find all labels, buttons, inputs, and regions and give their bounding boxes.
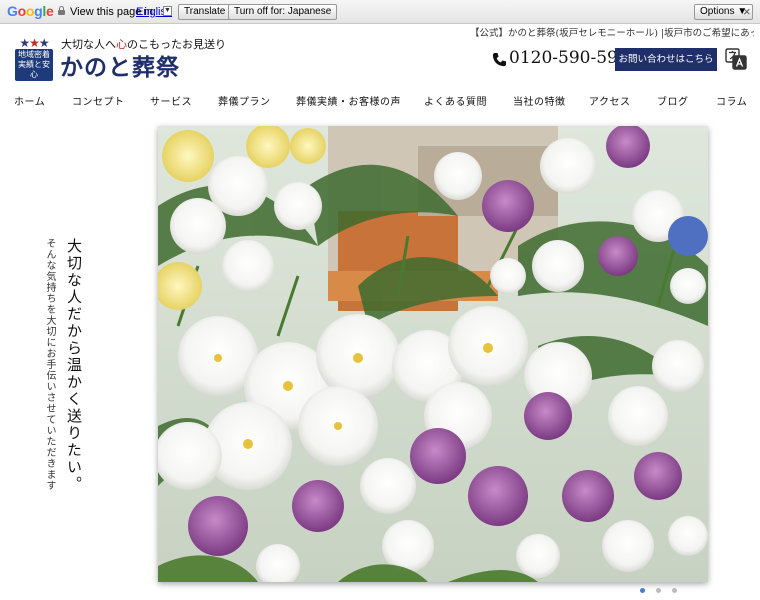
translate-button[interactable]: Translate [178,4,232,20]
phone-number-link[interactable]: 0120-590-599 [509,48,629,68]
slider-dot-1[interactable] [640,588,645,593]
stars-icon: ★★★ [19,36,49,50]
nav-home[interactable]: ホーム [14,93,45,108]
slider-pagination [640,588,690,596]
main-nav: ホーム コンセプト サービス 葬儀プラン 葬儀実績・お客様の声 よくある質問 当… [0,90,760,110]
badge-text-line-2: 実績と安心 [18,60,50,79]
turn-off-button[interactable]: Turn off for: Japanese [228,4,338,20]
contact-button[interactable]: お問い合わせはこちら [615,48,717,71]
nav-results-voices[interactable]: 葬儀実績・お客様の声 [296,93,401,108]
local-trust-badge: ★★★ 地域密着 実績と安心 [15,36,53,81]
lock-icon [58,6,65,15]
nav-concept[interactable]: コンセプト [72,93,125,108]
nav-faq[interactable]: よくある質問 [424,93,487,108]
badge-text-line-1: 地域密着 [18,50,50,59]
google-translate-bar: Google View this page in: English ▼ Tran… [0,0,760,24]
nav-funeral-plan[interactable]: 葬儀プラン [218,93,271,108]
flower-arrangement-image [158,126,708,582]
chevron-down-icon[interactable]: ▼ [163,6,172,16]
slider-dot-2[interactable] [656,588,661,593]
nav-blog[interactable]: ブログ [657,93,689,108]
nav-access[interactable]: アクセス [589,93,631,108]
translate-icon[interactable] [725,48,747,70]
nav-features[interactable]: 当社の特徴 [513,93,566,108]
close-icon[interactable]: × [743,5,751,18]
slider-dot-3[interactable] [672,588,677,593]
hero-slider-image [158,126,708,582]
phone-icon [492,52,507,67]
hero-sub-copy: そんな気持ちを大切にお手伝いさせていただきます [44,238,55,491]
google-logo: Google [7,3,54,19]
hero-main-copy: 大切な人だから温かく送りたい。 [65,238,83,493]
site-description: 【公式】かのと葬祭(坂戸セレモニーホール) |坂戸市のご希望にあった葬儀なら [470,28,754,39]
nav-column[interactable]: コラム [716,93,747,108]
nav-service[interactable]: サービス [150,93,192,108]
brand-logo-link[interactable]: かのと葬祭 [60,48,180,82]
